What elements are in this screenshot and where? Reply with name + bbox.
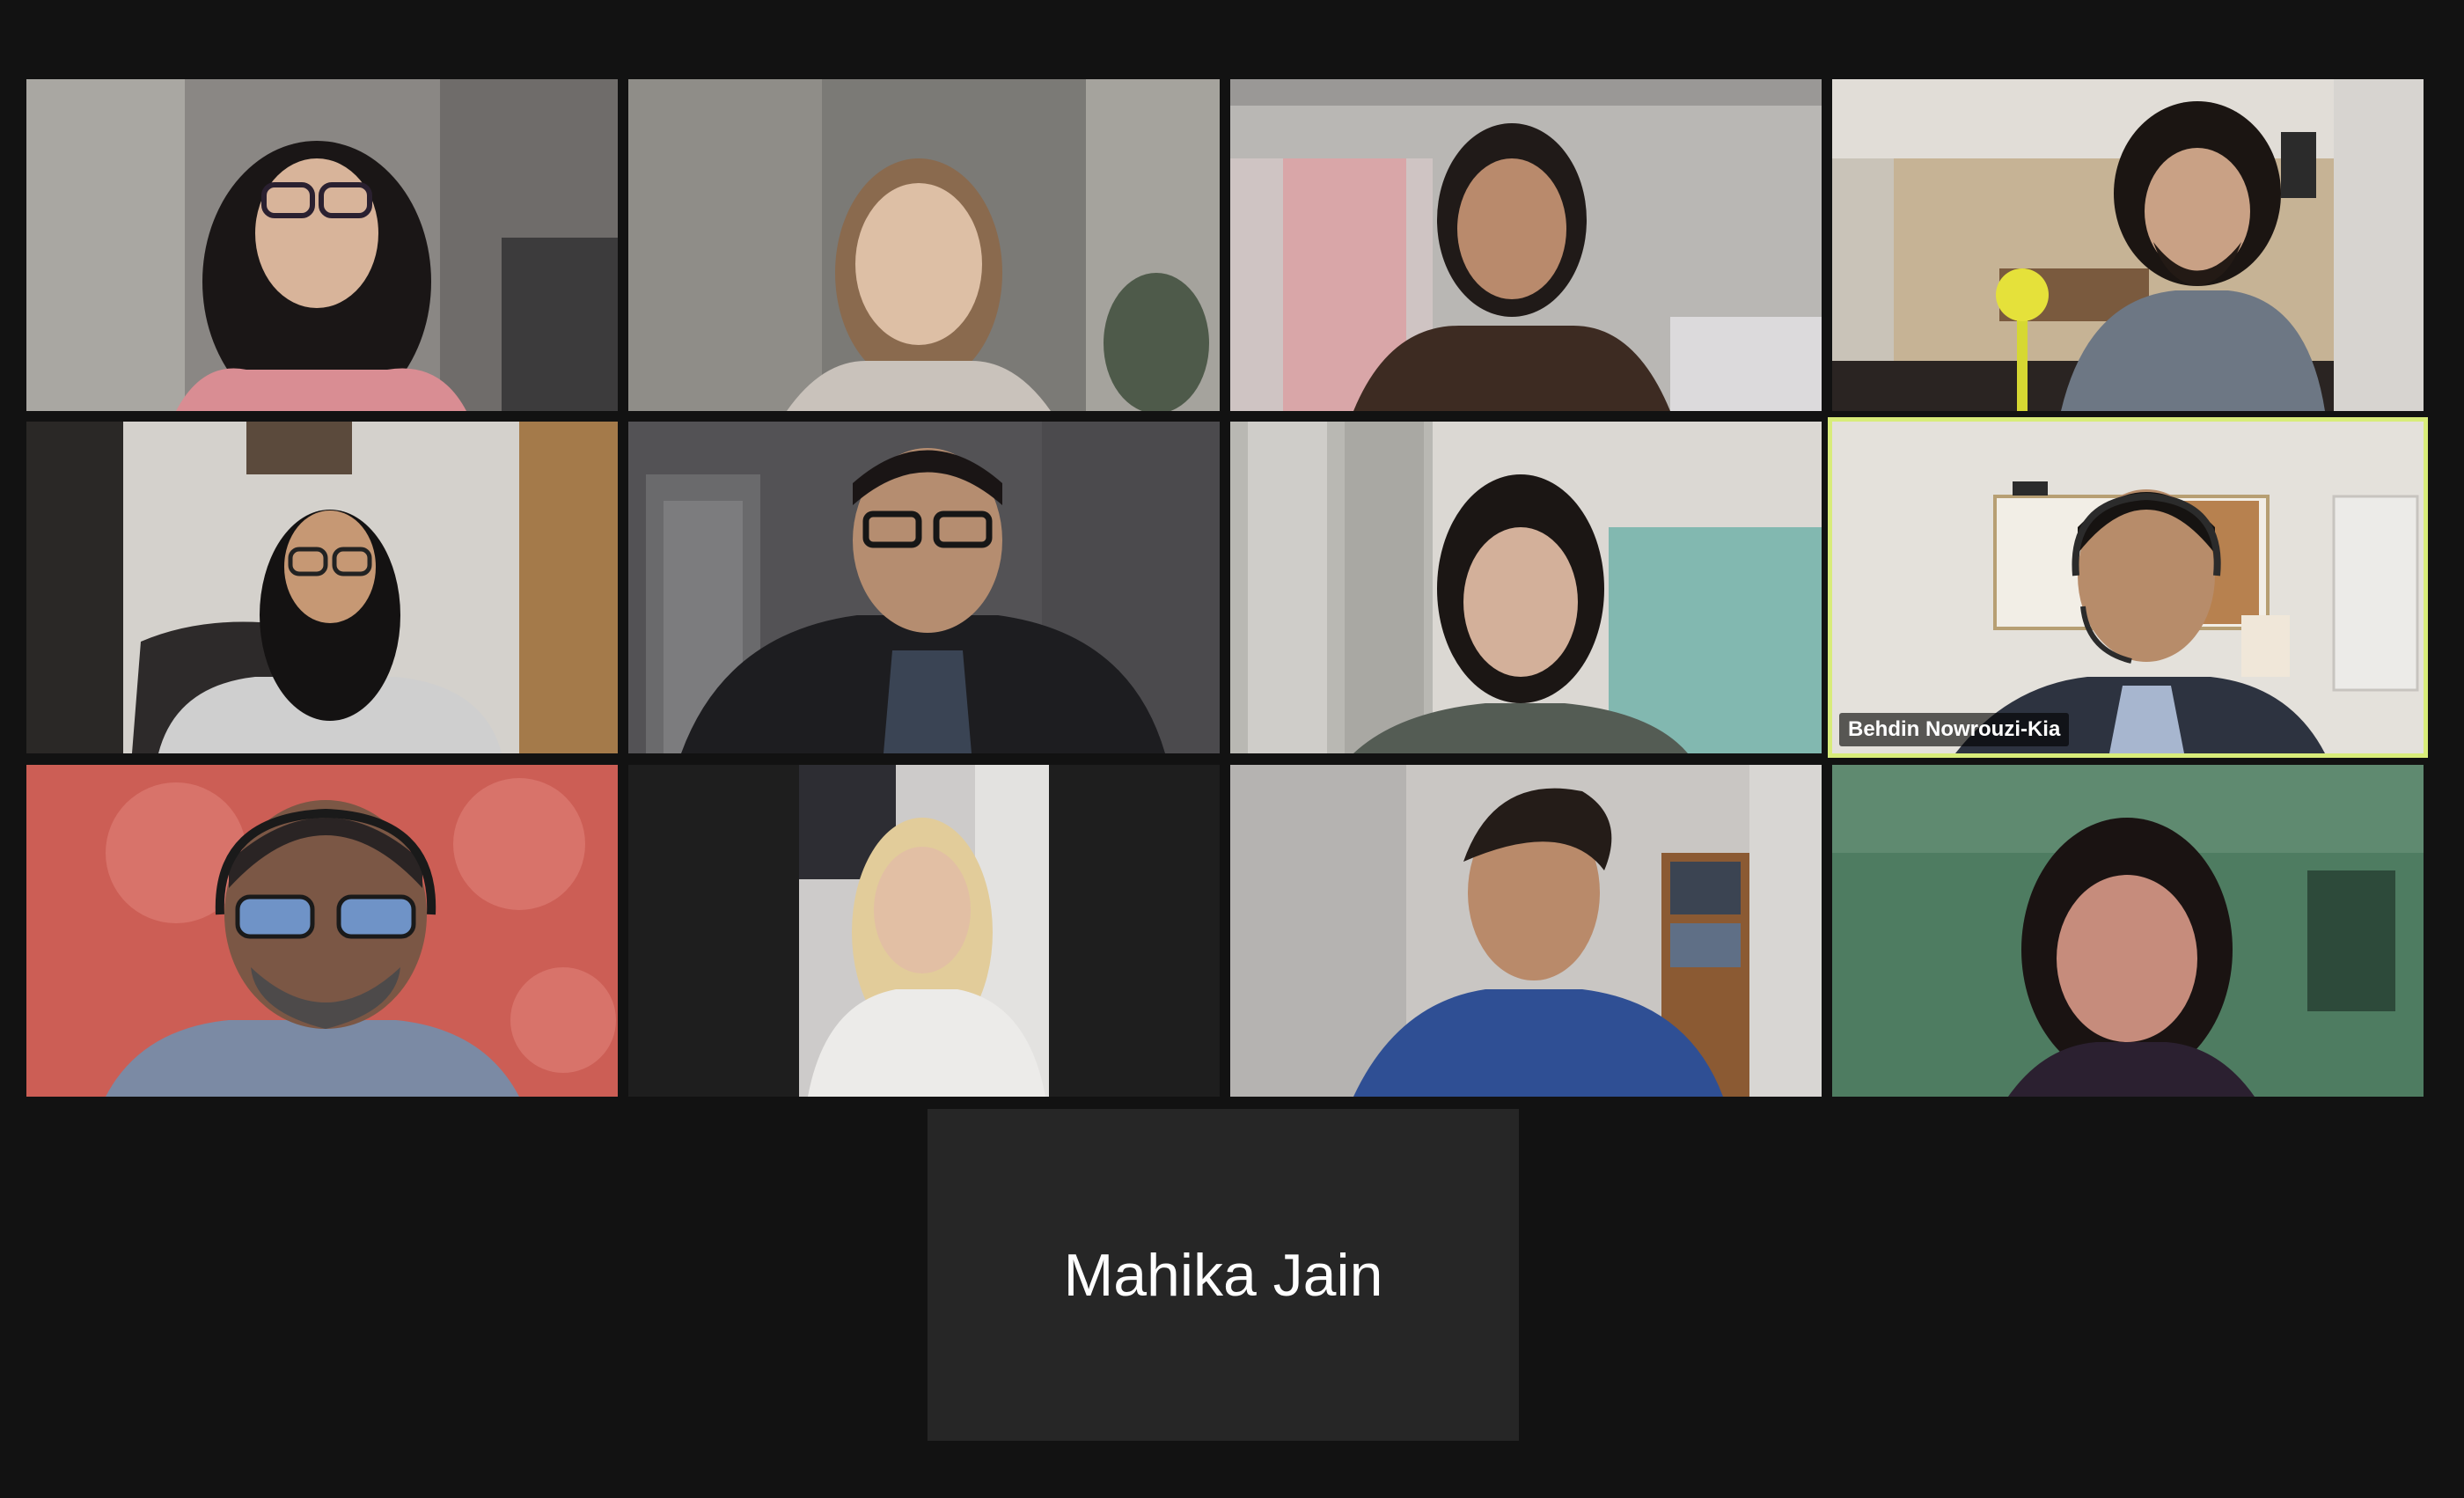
participant-video-tile[interactable] [1832,765,2424,1097]
participant-video-tile[interactable] [628,765,1220,1097]
participant-name: Mahika Jain [1063,1241,1383,1309]
participant-video-tile[interactable] [628,79,1220,411]
participant-video [1230,422,1822,753]
participant-video [628,422,1220,753]
participant-video [1230,765,1822,1097]
participant-video [1832,422,2424,753]
participant-video [628,79,1220,411]
participant-video-tile-active-speaker[interactable]: Behdin Nowrouzi-Kia [1828,417,2428,758]
participant-video-tile[interactable] [628,422,1220,753]
participant-video [26,422,618,753]
participant-video [1832,765,2424,1097]
participant-video-tile[interactable] [1230,422,1822,753]
participant-video-tile[interactable] [1230,79,1822,411]
gallery-view: Behdin Nowrouzi-Kia Mahika Jain [0,0,2464,1498]
participant-video-tile[interactable] [26,79,618,411]
participant-video [1832,79,2424,411]
participant-video [799,765,1049,1097]
participant-tile-camera-off[interactable]: Mahika Jain [928,1109,1519,1441]
participant-name-tag: Behdin Nowrouzi-Kia [1839,713,2070,746]
participant-video-tile[interactable] [1832,79,2424,411]
participant-video-tile[interactable] [1230,765,1822,1097]
participant-video [1230,79,1822,411]
participant-video-tile[interactable] [26,765,618,1097]
letterbox-left [628,765,799,1097]
participant-video [26,79,618,411]
letterbox-right [1049,765,1220,1097]
participant-video [26,765,618,1097]
participant-video-tile[interactable] [26,422,618,753]
